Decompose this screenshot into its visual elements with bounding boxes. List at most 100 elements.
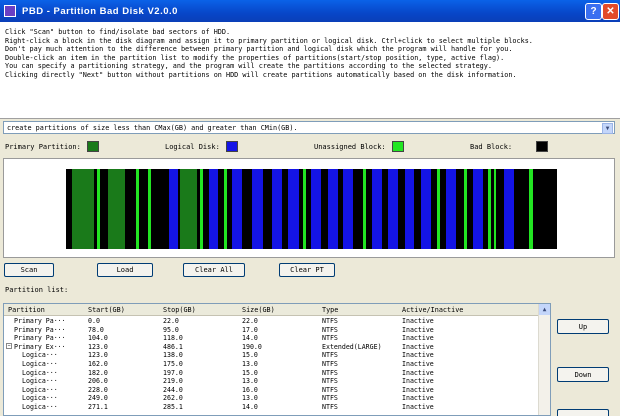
table-cell: 219.0 [163,377,183,386]
table-cell: 182.0 [88,368,108,377]
legend-logical-label: Logical Disk: [165,142,220,151]
partition-list[interactable]: Partition Start(GB) Stop(GB) Size(GB) Ty… [3,303,551,416]
disk-block-unassigned[interactable] [494,169,496,249]
column-header[interactable]: Size(GB) [242,306,275,314]
help-button[interactable]: ? [585,3,602,20]
legend-unassigned: Unassigned Block: [314,141,404,152]
legend-logical: Logical Disk: [165,141,238,152]
disk-block-unassigned[interactable] [529,169,533,249]
table-cell: 13.0 [242,394,258,403]
disk-block-logical[interactable] [328,169,338,249]
disk-diagram[interactable] [66,169,557,249]
table-row[interactable]: Logica··· 271.1 285.1 14.0 NTFS Inactive [4,403,540,411]
disk-block-logical[interactable] [288,169,299,249]
table-cell: 190.0 [242,342,262,351]
disk-block-unassigned[interactable] [437,169,440,249]
disk-block-unassigned[interactable] [488,169,491,249]
down-button[interactable]: Down [557,367,609,382]
column-header[interactable]: Partition [8,306,45,314]
disk-block-logical[interactable] [405,169,414,249]
disk-block-logical[interactable] [209,169,218,249]
column-header[interactable]: Start(GB) [88,306,125,314]
disk-block-logical[interactable] [343,169,353,249]
table-row[interactable]: Primary Pa··· 104.0 118.0 14.0 NTFS Inactive [4,334,540,342]
disk-block-logical[interactable] [311,169,321,249]
table-cell: 262.0 [163,394,183,403]
disk-block-primary[interactable] [180,169,197,249]
table-cell: NTFS [322,351,338,360]
disk-block-logical[interactable] [252,169,263,249]
table-cell: Inactive [402,342,434,351]
table-row[interactable]: Logica··· 182.0 197.0 15.0 NTFS Inactive [4,369,540,377]
disk-block-logical[interactable] [372,169,382,249]
clear-all-button[interactable]: Clear All [183,263,245,277]
app-icon [4,5,16,17]
column-header[interactable]: Active/Inactive [402,306,463,314]
window-title: PBD - Partition Bad Disk V2.0.0 [22,5,178,17]
disk-block-logical[interactable] [421,169,431,249]
scroll-up-icon[interactable]: ▲ [539,304,550,315]
load-button[interactable]: Load [97,263,153,277]
disk-block-unassigned[interactable] [136,169,139,249]
table-cell: Logica··· [22,385,58,394]
table-cell: 0.0 [88,317,100,325]
up-button[interactable]: Up [557,319,609,334]
table-cell: 16.0 [242,385,258,394]
table-cell: 14.0 [242,334,258,343]
disk-block-unassigned[interactable] [224,169,227,249]
table-cell: 175.0 [163,360,183,368]
instruction-line: Double-click an item in the partition li… [5,53,505,62]
disk-block-logical[interactable] [446,169,456,249]
legend-bad-label: Bad Block: [470,142,513,151]
disk-block-unassigned[interactable] [148,169,151,249]
table-row[interactable]: Logica··· 162.0 175.0 13.0 NTFS Inactive [4,360,540,368]
legend-primary: Primary Partition: [5,141,99,152]
table-cell: NTFS [322,385,338,394]
disk-block-logical[interactable] [504,169,514,249]
table-cell: Logica··· [22,394,58,403]
legend-bad: Bad Block: [470,141,549,152]
column-header[interactable]: Type [322,306,338,314]
disk-block-logical[interactable] [272,169,282,249]
disk-block-logical[interactable] [388,169,398,249]
disk-block-unassigned[interactable] [303,169,306,249]
collapse-icon[interactable]: − [6,342,12,349]
disk-block-unassigned[interactable] [363,169,366,249]
table-cell: 14.0 [242,403,258,411]
table-row[interactable]: Logica··· 249.0 262.0 13.0 NTFS Inactive [4,394,540,402]
table-cell: 138.0 [163,351,183,360]
table-cell: NTFS [322,368,338,377]
table-row[interactable]: Primary Pa··· 0.0 22.0 22.0 NTFS Inactive [4,317,540,325]
chevron-down-icon[interactable]: ▼ [602,123,613,134]
table-row[interactable]: Primary Ex··· 123.0 486.1 190.0 Extended(LAR… [4,342,540,351]
table-row[interactable]: Logica··· 206.0 219.0 13.0 NTFS Inactive [4,377,540,385]
column-header[interactable]: Stop(GB) [163,306,196,314]
disk-block-logical[interactable] [169,169,178,249]
disk-block-logical[interactable] [232,169,242,249]
table-cell: NTFS [322,325,338,334]
legend-logical-swatch [225,141,238,152]
delete-button[interactable] [557,409,609,416]
table-cell: Inactive [402,334,434,343]
table-row[interactable]: Primary Pa··· 78.0 95.0 17.0 NTFS Inactive [4,326,540,334]
table-cell: 123.0 [88,342,108,351]
disk-block-primary[interactable] [108,169,125,249]
disk-block-unassigned[interactable] [97,169,100,249]
disk-block-unassigned[interactable] [200,169,203,249]
table-row[interactable]: Logica··· 228.0 244.0 16.0 NTFS Inactive [4,386,540,394]
disk-block-logical[interactable] [473,169,483,249]
partition-list-header: Partition Start(GB) Stop(GB) Size(GB) Ty… [4,304,540,316]
scan-button[interactable]: Scan [4,263,54,277]
table-cell: 228.0 [88,385,108,394]
table-cell: 95.0 [163,325,179,334]
table-cell: Inactive [402,325,434,334]
table-cell: 271.1 [88,403,108,411]
table-cell: Logica··· [22,403,58,411]
scrollbar[interactable]: ▲ [538,304,550,415]
strategy-dropdown[interactable]: create partitions of size less than CMax… [3,121,615,134]
clear-pt-button[interactable]: Clear PT [279,263,335,277]
disk-block-primary[interactable] [72,169,94,249]
table-row[interactable]: Logica··· 123.0 138.0 15.0 NTFS Inactive [4,351,540,359]
disk-block-unassigned[interactable] [464,169,467,249]
close-button[interactable]: ✕ [602,3,619,20]
